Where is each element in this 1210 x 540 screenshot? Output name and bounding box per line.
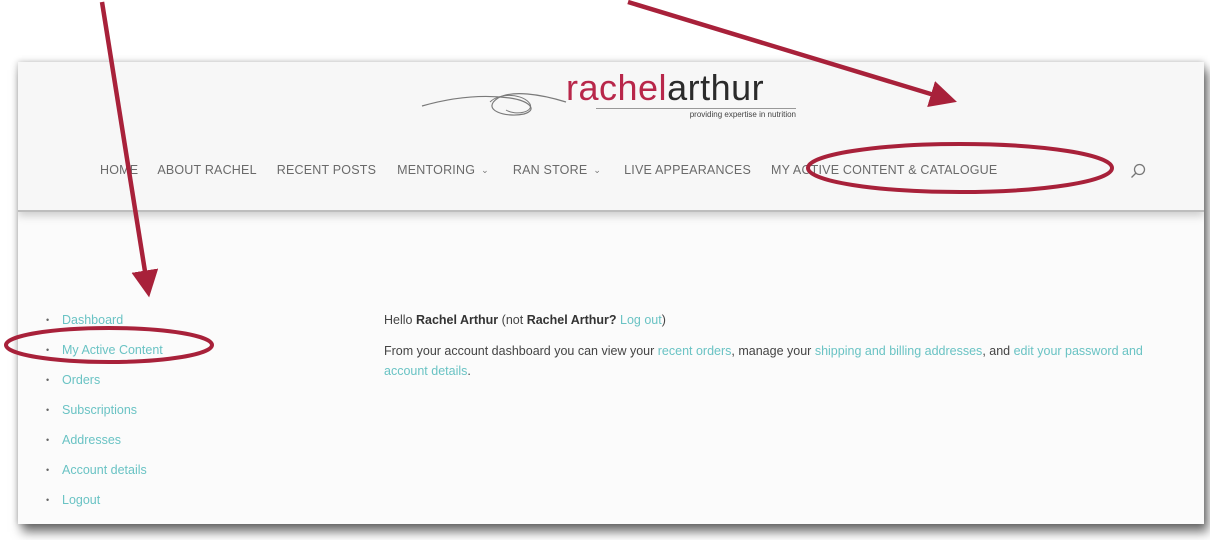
sidebar-item-label: Logout — [62, 493, 101, 507]
sidebar-item-label: Dashboard — [62, 313, 124, 327]
nav-item-ran-store[interactable]: RAN STORE ⌄ — [513, 163, 601, 177]
sidebar-item-label: Addresses — [62, 433, 122, 447]
dashboard-intro: From your account dashboard you can view… — [384, 341, 1184, 381]
logo-text-arthur: arthur — [667, 67, 765, 108]
dashboard-text: , manage your — [731, 344, 812, 358]
sidebar-item-orders[interactable]: • Orders — [46, 365, 163, 395]
user-name: Rachel Arthur — [415, 313, 499, 327]
bullet-icon: • — [46, 465, 50, 475]
sidebar-item-label: Orders — [62, 373, 101, 387]
logo-swirl-icon — [421, 93, 567, 116]
site-tagline: providing expertise in nutrition — [596, 108, 796, 119]
nav-item-my-active-content-catalogue[interactable]: MY ACTIVE CONTENT & CATALOGUE — [771, 163, 997, 177]
nav-item-live-appearances[interactable]: LIVE APPEARANCES — [624, 163, 751, 177]
greeting-hello: Hello — [384, 313, 413, 327]
search-icon[interactable] — [1130, 163, 1146, 179]
account-navigation: • Dashboard • My Active Content • Orders • S… — [46, 305, 163, 515]
nav-label: LIVE APPEARANCES — [624, 163, 751, 177]
bullet-icon: • — [46, 435, 50, 445]
bullet-icon: • — [46, 345, 50, 355]
nav-item-about-rachel[interactable]: ABOUT RACHEL — [157, 163, 256, 177]
bullet-icon: • — [46, 315, 50, 325]
sidebar-item-label: Subscriptions — [62, 403, 138, 417]
main-nav: HOME ABOUT RACHEL RECENT POSTS MENTORING… — [100, 163, 997, 177]
chevron-down-icon: ⌄ — [593, 164, 602, 175]
not-prefix: (not — [501, 313, 524, 327]
bullet-icon: • — [46, 495, 50, 505]
account-dashboard-content: Hello Rachel Arthur (not Rachel Arthur? … — [384, 305, 1184, 381]
sidebar-item-dashboard[interactable]: • Dashboard — [46, 305, 163, 335]
close-paren: ) — [661, 313, 666, 327]
nav-label: RECENT POSTS — [276, 163, 377, 177]
addresses-link[interactable]: shipping and billing addresses — [815, 344, 982, 358]
sidebar-item-label: Account details — [62, 463, 147, 477]
log-out-link[interactable]: Log out — [620, 313, 662, 327]
bullet-icon: • — [46, 375, 50, 385]
nav-label: MY ACTIVE CONTENT & CATALOGUE — [771, 163, 998, 177]
dashboard-text: From your account dashboard you can view… — [384, 344, 655, 358]
dashboard-text: . — [467, 364, 471, 378]
nav-item-recent-posts[interactable]: RECENT POSTS — [277, 163, 376, 177]
nav-label: MENTORING — [397, 163, 476, 177]
recent-orders-link[interactable]: recent orders — [658, 344, 732, 358]
bullet-icon: • — [46, 405, 50, 415]
site-header: rachelarthur providing expertise in nutr… — [18, 62, 1204, 212]
greeting: Hello Rachel Arthur (not Rachel Arthur? … — [384, 305, 1184, 335]
nav-item-home[interactable]: HOME — [100, 163, 138, 177]
logo-text-rachel: rachel — [566, 67, 668, 108]
nav-label: HOME — [100, 163, 139, 177]
sidebar-item-account-details[interactable]: • Account details — [46, 455, 163, 485]
nav-item-mentoring[interactable]: MENTORING ⌄ — [397, 163, 489, 177]
nav-label: ABOUT RACHEL — [157, 163, 257, 177]
screenshot-frame: rachelarthur providing expertise in nutr… — [18, 62, 1204, 524]
sidebar-item-label: My Active Content — [62, 343, 163, 357]
sidebar-item-addresses[interactable]: • Addresses — [46, 425, 163, 455]
sidebar-item-subscriptions[interactable]: • Subscriptions — [46, 395, 163, 425]
sidebar-item-logout[interactable]: • Logout — [46, 485, 163, 515]
dashboard-text: , and — [982, 344, 1011, 358]
site-logo[interactable]: rachelarthur — [566, 68, 764, 108]
sidebar-item-my-active-content[interactable]: • My Active Content — [46, 335, 163, 365]
nav-label: RAN STORE — [512, 163, 588, 177]
chevron-down-icon: ⌄ — [481, 164, 489, 175]
not-user-name: Rachel Arthur? — [526, 313, 617, 327]
